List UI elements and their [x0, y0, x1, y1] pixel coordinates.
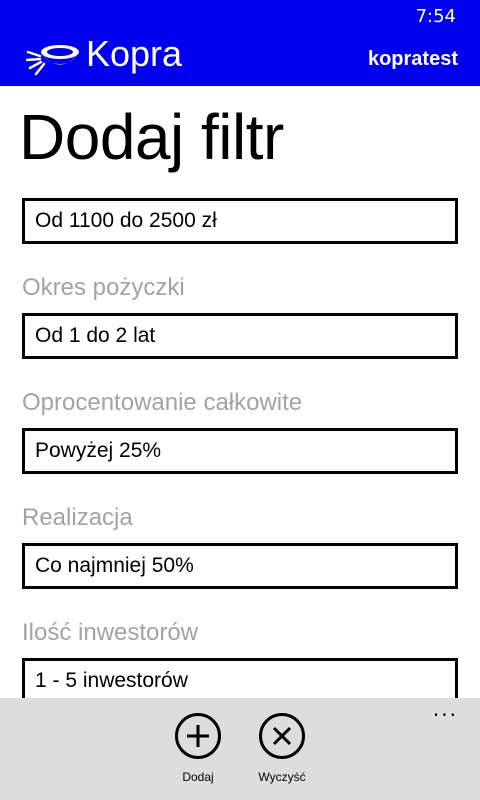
clear-button-label: Wyczyść — [258, 770, 306, 784]
total-interest-field[interactable]: Powyżej 25% — [22, 428, 458, 474]
amount-range-field[interactable]: Od 1100 do 2500 zł — [22, 198, 458, 244]
investors-count-label: Ilość inwestorów — [22, 619, 199, 646]
add-button[interactable]: Dodaj — [158, 712, 238, 784]
realization-label: Realizacja — [22, 504, 133, 531]
realization-field[interactable]: Co najmniej 50% — [22, 543, 458, 589]
plus-circle-icon — [175, 713, 221, 759]
clear-button[interactable]: Wyczyść — [242, 712, 322, 784]
app-name: Kopra — [86, 33, 183, 74]
x-circle-icon — [259, 713, 305, 759]
page-title: Dodaj filtr — [19, 101, 284, 173]
status-time: 7:54 — [415, 6, 456, 27]
kopra-logo-icon — [26, 45, 79, 76]
status-bar: 7:54 — [0, 0, 480, 32]
username[interactable]: kopratest — [368, 48, 458, 71]
screen: 7:54 Kopra kopratest Dodaj filtr Od 1100… — [0, 0, 480, 800]
total-interest-label: Oprocentowanie całkowite — [22, 389, 303, 416]
add-button-label: Dodaj — [182, 770, 214, 784]
loan-period-label: Okres pożyczki — [22, 274, 185, 301]
loan-period-field[interactable]: Od 1 do 2 lat — [22, 313, 458, 359]
app-bar: ... Dodaj Wyczyść — [0, 698, 480, 800]
app-header: Kopra kopratest — [0, 32, 480, 86]
more-options-button[interactable]: ... — [433, 699, 458, 719]
